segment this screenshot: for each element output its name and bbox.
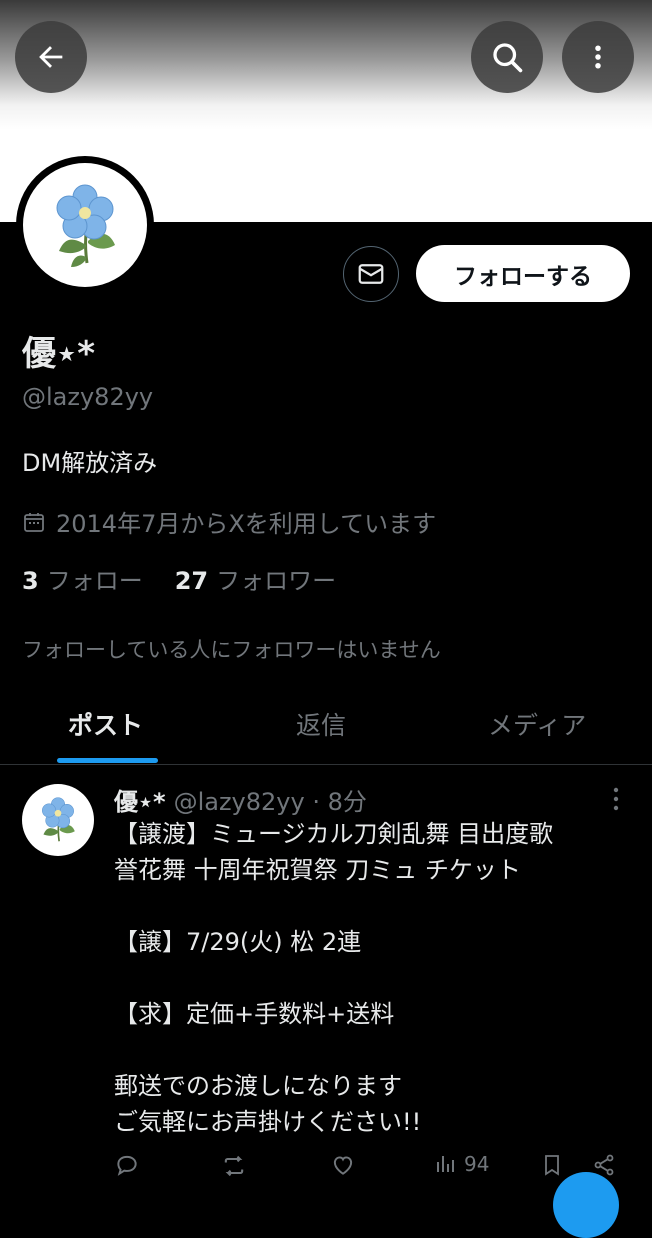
post-text: 【譲渡】ミュージカル刀剣乱舞 目出度歌 誉花舞 十周年祝賀祭 刀ミュ チケット …: [114, 816, 634, 1140]
followers-link[interactable]: 27 フォロワー: [175, 561, 336, 596]
like-button[interactable]: [330, 1152, 356, 1178]
profile-avatar[interactable]: [16, 156, 154, 294]
tab-media[interactable]: メディア: [488, 706, 586, 742]
views-button[interactable]: 94: [434, 1152, 489, 1176]
following-count: 3: [22, 567, 39, 595]
arrow-left-icon: [39, 46, 63, 68]
active-tab-indicator: [57, 758, 158, 763]
joined-date: 2014年7月からXを利用しています: [22, 504, 436, 539]
more-vertical-icon: [595, 45, 601, 69]
post-header: 優⋆* @lazy82yy · 8分: [114, 782, 367, 817]
more-vertical-icon: [613, 787, 619, 811]
search-button[interactable]: [471, 21, 543, 93]
forget-me-not-flower-icon: [42, 797, 75, 842]
profile-tabs: ポスト 返信 メディア: [0, 690, 652, 765]
post-line: 誉花舞 十周年祝賀祭 刀ミュ チケット: [114, 856, 521, 884]
mail-icon: [358, 264, 384, 284]
post-line: 【譲】7/29(火) 松 2連: [114, 928, 362, 956]
calendar-icon: [24, 512, 44, 532]
post-more-button[interactable]: [604, 786, 628, 812]
follow-button[interactable]: フォローする: [416, 245, 630, 302]
tab-replies[interactable]: 返信: [296, 706, 346, 742]
post-author-name[interactable]: 優⋆*: [114, 788, 166, 816]
bookmark-button[interactable]: [540, 1152, 564, 1178]
compose-fab-button[interactable]: [553, 1172, 619, 1238]
search-icon: [493, 43, 523, 73]
tab-posts[interactable]: ポスト: [68, 706, 143, 742]
more-options-button[interactable]: [562, 21, 634, 93]
views-chart-icon: [437, 1156, 454, 1172]
joined-text: 2014年7月からXを利用しています: [56, 510, 437, 538]
followers-label: フォロワー: [216, 567, 337, 595]
repost-button[interactable]: [220, 1152, 248, 1180]
forget-me-not-flower-icon: [56, 184, 115, 267]
back-button[interactable]: [15, 21, 87, 93]
message-button[interactable]: [343, 246, 399, 302]
post-avatar[interactable]: [22, 784, 94, 856]
heart-icon: [333, 1156, 353, 1175]
post-line: ご気軽にお声掛けください!!: [114, 1108, 422, 1136]
followers-count: 27: [174, 567, 209, 595]
post-line: 郵送でのお渡しになります: [114, 1072, 402, 1100]
bookmark-icon: [545, 1155, 559, 1176]
repost-icon: [224, 1155, 244, 1177]
profile-bio: DM解放済み: [22, 449, 158, 477]
reply-button[interactable]: [114, 1152, 140, 1178]
mutual-followers-note: フォローしている人にフォロワーはいません: [22, 638, 441, 662]
views-count: 94: [464, 1152, 490, 1176]
user-handle: @lazy82yy: [22, 383, 154, 411]
following-link[interactable]: 3 フォロー: [22, 561, 143, 596]
post-meta: @lazy82yy · 8分: [173, 788, 367, 816]
post-actions: 94: [0, 1152, 652, 1192]
post-line: 【求】定価+手数料+送料: [114, 1000, 395, 1028]
display-name: 優⋆*: [22, 334, 96, 374]
following-label: フォロー: [46, 567, 143, 595]
reply-icon: [117, 1155, 137, 1176]
follow-stats: 3 フォロー 27 フォロワー: [22, 561, 336, 596]
post-line: 【譲渡】ミュージカル刀剣乱舞 目出度歌: [114, 820, 554, 848]
